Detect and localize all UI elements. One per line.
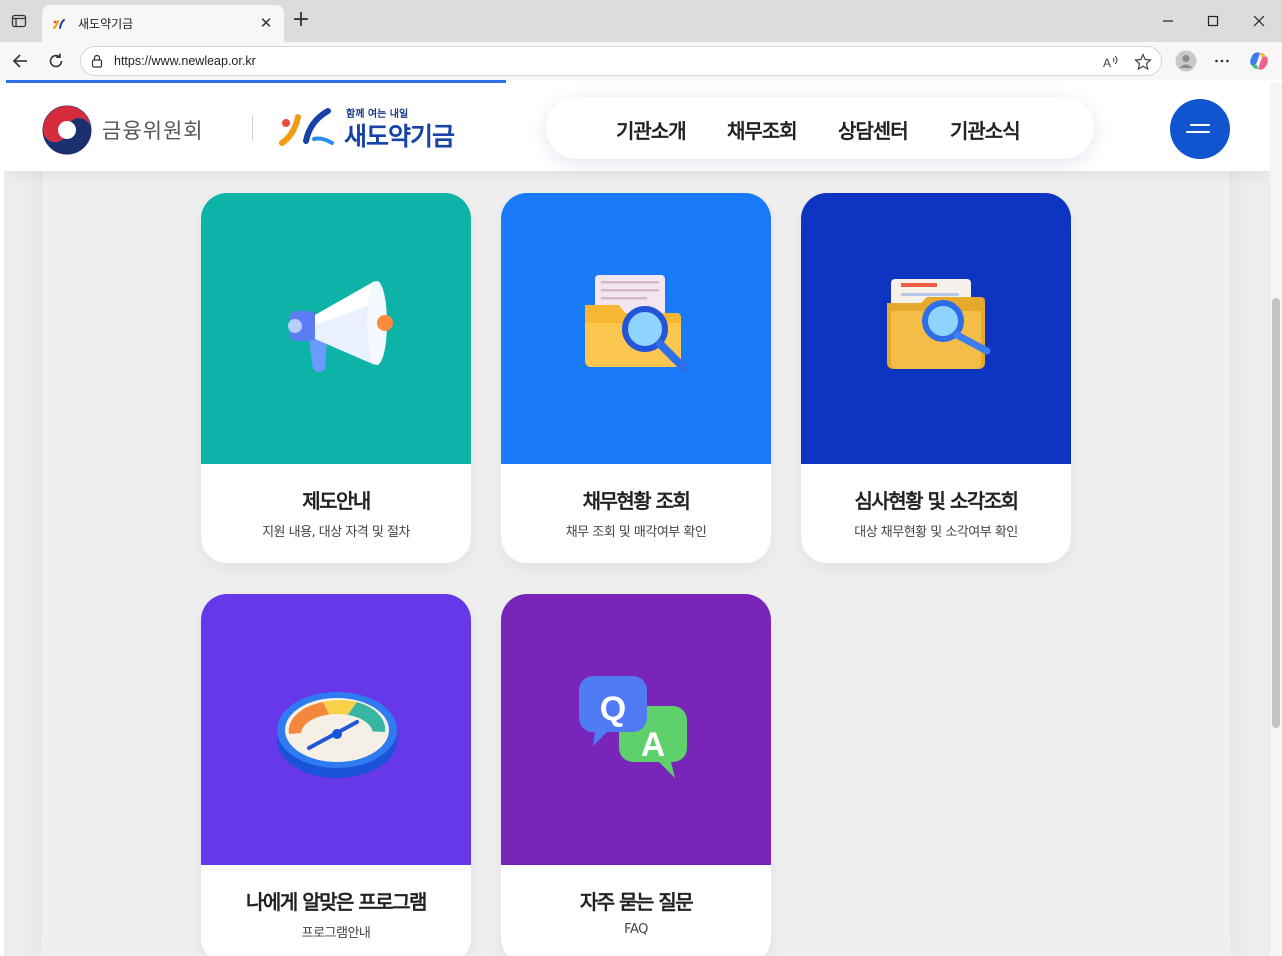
tab-title: 새도약기금 [78,17,134,31]
profile-icon[interactable] [1175,50,1197,72]
page-viewport: 금융위원회 함께 여는 내일 새도약기금 기관소개 채무조회 상담센터 기관소식 [4,83,1270,956]
megaphone-icon [288,281,393,372]
reload-icon[interactable] [45,50,67,72]
newleap-emblem-icon [279,108,334,146]
card-desc: 프로그램안내 [301,926,371,941]
card-header [501,193,771,464]
plus-icon[interactable]: + [290,9,312,32]
nav-item-debt-inquiry[interactable]: 채무조회 [727,115,798,144]
browser-tab[interactable]: 새도약기금 ✕ [42,5,284,42]
url-text: https://www.newleap.or.kr [114,54,256,68]
folder-search-icon [585,275,689,373]
card-desc: FAQ [624,922,648,937]
card-debt-status[interactable]: 채무현황 조회 채무 조회 및 매각여부 확인 [501,193,771,563]
card-header: A Q [501,594,771,865]
fsc-logo[interactable]: 금융위원회 [42,105,204,155]
card-review-status[interactable]: 심사현황 및 소각조회 대상 채무현황 및 소각여부 확인 [801,193,1071,563]
card-faq[interactable]: A Q 자주 묻는 질문 FAQ [501,594,771,956]
address-bar-row: https://www.newleap.or.kr A [0,42,1282,80]
card-title: 심사현황 및 소각조회 [854,489,1019,513]
maximize-icon[interactable] [1199,8,1227,34]
favorite-icon[interactable] [1134,53,1152,71]
scrollbar-thumb[interactable] [1272,298,1280,728]
card-header [201,193,471,464]
close-icon[interactable]: ✕ [256,13,276,33]
gauge-icon [277,692,397,778]
read-aloud-icon[interactable]: A [1102,53,1120,71]
card-title: 채무현황 조회 [582,489,691,513]
nav-item-news[interactable]: 기관소식 [950,115,1021,144]
card-title: 나에게 알맞은 프로그램 [246,890,427,914]
newleap-name: 새도약기금 [344,122,455,151]
logo-divider [252,115,253,141]
card-title: 제도안내 [302,489,371,513]
card-program-guide[interactable]: 제도안내 지원 내용, 대상 자격 및 절차 [201,193,471,563]
svg-text:A: A [641,726,666,764]
copilot-icon[interactable] [1248,50,1270,72]
main-nav: 기관소개 채무조회 상담센터 기관소식 [546,97,1094,159]
document-search-icon [887,279,991,369]
taegeuk-icon [42,105,92,155]
card-title: 자주 묻는 질문 [579,890,694,914]
minimize-icon[interactable] [1154,8,1182,34]
card-header [801,193,1071,464]
sidebar-icon[interactable] [8,10,30,32]
card-header [201,594,471,865]
qa-bubble-icon: A Q [578,676,687,778]
menu-icon [1190,124,1210,126]
site-favicon-icon [53,19,65,29]
menu-button[interactable] [1170,99,1230,159]
lock-icon[interactable] [90,54,104,68]
nav-item-about[interactable]: 기관소개 [616,115,687,144]
nav-item-counseling[interactable]: 상담센터 [838,115,909,144]
svg-text:Q: Q [600,690,626,728]
card-desc: 채무 조회 및 매각여부 확인 [565,525,707,540]
svg-text:A: A [1103,56,1111,70]
browser-tab-bar: 새도약기금 ✕ + [0,0,1282,42]
card-desc: 대상 채무현황 및 소각여부 확인 [854,525,1018,540]
card-desc: 지원 내용, 대상 자격 및 절차 [262,525,410,540]
close-window-icon[interactable] [1245,8,1273,34]
card-program-recommend[interactable]: 나에게 알맞은 프로그램 프로그램안내 [201,594,471,956]
url-input[interactable]: https://www.newleap.or.kr A [80,46,1162,76]
newleap-logo[interactable]: 함께 여는 내일 새도약기금 [276,103,476,151]
more-icon[interactable] [1211,50,1233,72]
back-icon[interactable] [9,50,31,72]
site-header: 금융위원회 함께 여는 내일 새도약기금 기관소개 채무조회 상담센터 기관소식 [4,83,1270,171]
fsc-name: 금융위원회 [102,119,204,143]
page-scrollbar[interactable] [1270,83,1282,956]
